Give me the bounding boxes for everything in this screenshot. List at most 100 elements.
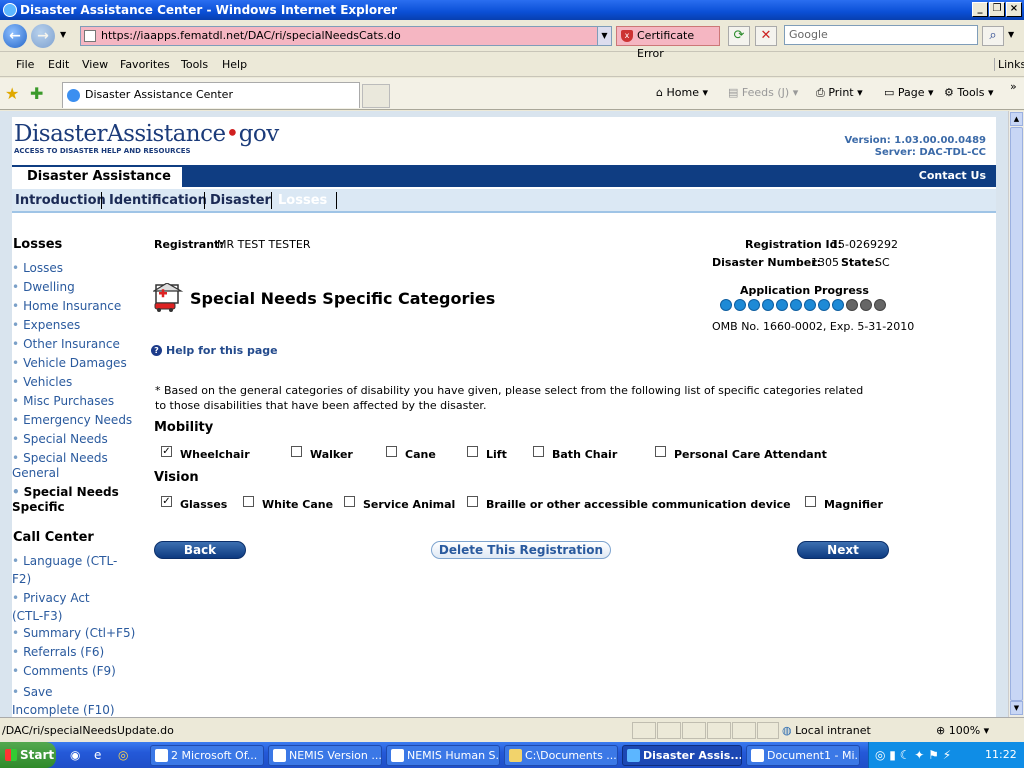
ie-page-icon bbox=[67, 89, 80, 102]
recent-pages-icon[interactable]: ▼ bbox=[60, 30, 66, 39]
sidebar-item-losses[interactable]: • Losses bbox=[12, 261, 63, 276]
add-favorite-icon[interactable]: ✚ bbox=[30, 84, 43, 103]
cane-checkbox[interactable] bbox=[386, 446, 397, 457]
progress-dot bbox=[762, 299, 774, 311]
sidebar-item-summary[interactable]: • Summary (Ctl+F5) bbox=[12, 626, 142, 641]
walker-checkbox[interactable] bbox=[291, 446, 302, 457]
sidebar-item-expenses[interactable]: • Expenses bbox=[12, 318, 80, 333]
search-icon[interactable]: ⌕ bbox=[982, 26, 1004, 46]
favorites-star-icon[interactable]: ★ bbox=[5, 84, 19, 103]
menu-tools[interactable]: Tools bbox=[181, 58, 208, 71]
search-input[interactable]: Google bbox=[784, 25, 978, 45]
nav-identification[interactable]: Identification bbox=[109, 193, 207, 208]
taskbar-item-documents[interactable]: C:\Documents ... bbox=[504, 745, 618, 766]
sidebar-item-emergency-needs[interactable]: • Emergency Needs bbox=[12, 413, 132, 428]
print-button[interactable]: ⎙ Print ▾ bbox=[816, 86, 863, 100]
white-cane-checkbox[interactable] bbox=[243, 496, 254, 507]
feeds-button[interactable]: ▤ Feeds (J) ▾ bbox=[728, 86, 798, 99]
home-button[interactable]: ⌂ Home ▾ bbox=[656, 86, 708, 99]
progress-dot bbox=[804, 299, 816, 311]
menu-favorites[interactable]: Favorites bbox=[120, 58, 170, 71]
next-button[interactable]: Next bbox=[797, 541, 889, 559]
menu-view[interactable]: View bbox=[82, 58, 108, 71]
taskbar-item-disaster-assistance[interactable]: Disaster Assis... bbox=[622, 745, 742, 766]
magnifier-checkbox[interactable] bbox=[805, 496, 816, 507]
sidebar-item-vehicle-damages[interactable]: • Vehicle Damages bbox=[12, 356, 127, 371]
clock[interactable]: 11:22 bbox=[985, 742, 1017, 768]
taskbar-item-office[interactable]: 2 Microsoft Of... bbox=[150, 745, 264, 766]
stop-icon[interactable]: ✕ bbox=[755, 26, 777, 46]
scroll-thumb[interactable] bbox=[1010, 127, 1023, 701]
sidebar-item-special-needs-general[interactable]: • Special Needs General bbox=[12, 451, 122, 481]
search-options-icon[interactable]: ▼ bbox=[1008, 30, 1014, 39]
certificate-error-button[interactable]: x Certificate Error bbox=[616, 26, 720, 60]
refresh-icon[interactable]: ⟳ bbox=[728, 26, 750, 46]
sidebar-item-language[interactable]: • Language (CTL-F2) bbox=[12, 552, 122, 588]
start-button[interactable]: Start bbox=[0, 742, 56, 768]
contact-us-link[interactable]: Contact Us bbox=[919, 169, 986, 182]
chevron-more-icon[interactable]: » bbox=[1010, 80, 1017, 93]
menu-edit[interactable]: Edit bbox=[48, 58, 69, 71]
quicklaunch-icon[interactable]: ◉ bbox=[70, 748, 80, 762]
sidebar-item-special-needs[interactable]: • Special Needs bbox=[12, 432, 108, 447]
registrant-label: Registrant: bbox=[154, 238, 224, 251]
back-nav-icon[interactable]: ← bbox=[3, 24, 27, 48]
braille-checkbox[interactable] bbox=[467, 496, 478, 507]
taskbar-item-nemis-human[interactable]: NEMIS Human S... bbox=[386, 745, 500, 766]
delete-registration-button[interactable]: Delete This Registration bbox=[431, 541, 611, 559]
links-toolbar[interactable]: Links bbox=[994, 58, 1024, 71]
menu-help[interactable]: Help bbox=[222, 58, 247, 71]
vertical-scrollbar[interactable]: ▲ ▼ bbox=[1008, 111, 1024, 717]
page-label: Page bbox=[897, 86, 925, 99]
sidebar-item-other-insurance[interactable]: • Other Insurance bbox=[12, 337, 120, 352]
glasses-checkbox[interactable]: ✓ bbox=[161, 496, 172, 507]
sidebar-item-vehicles[interactable]: • Vehicles bbox=[12, 375, 72, 390]
taskbar-label: C:\Documents ... bbox=[525, 749, 617, 762]
url-field[interactable]: https://iaapps.fematdl.net/DAC/ri/specia… bbox=[80, 26, 612, 46]
scroll-up-icon[interactable]: ▲ bbox=[1010, 112, 1023, 126]
service-animal-checkbox[interactable] bbox=[344, 496, 355, 507]
sidebar-item-misc-purchases[interactable]: • Misc Purchases bbox=[12, 394, 114, 409]
system-tray: ◎ ▮ ☾ ✦ ⚑ ⚡ 11:22 bbox=[868, 742, 1024, 768]
window-titlebar: Disaster Assistance Center - Windows Int… bbox=[0, 0, 1024, 20]
nav-disaster[interactable]: Disaster bbox=[210, 193, 271, 208]
nav-separator bbox=[336, 192, 337, 209]
taskbar-item-document1[interactable]: Document1 - Mi... bbox=[746, 745, 860, 766]
site-logo[interactable]: DisasterAssistance•gov ACCESS TO DISASTE… bbox=[14, 121, 279, 165]
bath-chair-checkbox[interactable] bbox=[533, 446, 544, 457]
wheelchair-checkbox[interactable]: ✓ bbox=[161, 446, 172, 457]
help-link[interactable]: ? Help for this page bbox=[151, 344, 278, 357]
disaster-number-label: Disaster Number: bbox=[712, 256, 822, 269]
minimize-button[interactable]: _ bbox=[972, 2, 988, 17]
sidebar-item-dwelling[interactable]: • Dwelling bbox=[12, 280, 75, 295]
zoom-level[interactable]: ⊕ 100% ▾ bbox=[936, 724, 989, 737]
quicklaunch-icon[interactable]: ◎ bbox=[118, 748, 128, 762]
tab-disaster-assistance[interactable]: Disaster Assistance Center bbox=[62, 82, 360, 108]
tools-menu-button[interactable]: ⚙ Tools ▾ bbox=[944, 86, 994, 99]
nav-introduction[interactable]: Introduction bbox=[15, 193, 106, 208]
scroll-down-icon[interactable]: ▼ bbox=[1010, 701, 1023, 715]
new-tab-button[interactable] bbox=[362, 84, 390, 108]
back-button[interactable]: Back bbox=[154, 541, 246, 559]
forward-nav-icon[interactable]: → bbox=[31, 24, 55, 48]
sidebar-item-comments[interactable]: • Comments (F9) bbox=[12, 664, 116, 679]
close-button[interactable]: × bbox=[1006, 2, 1022, 17]
tray-icons[interactable]: ◎ ▮ ☾ ✦ ⚑ ⚡ bbox=[875, 742, 951, 768]
web-page: DisasterAssistance•gov ACCESS TO DISASTE… bbox=[12, 117, 996, 717]
sidebar-item-home-insurance[interactable]: • Home Insurance bbox=[12, 299, 121, 314]
maximize-button[interactable]: ❐ bbox=[989, 2, 1005, 17]
url-dropdown-icon[interactable]: ▼ bbox=[597, 27, 611, 45]
personal-care-attendant-checkbox[interactable] bbox=[655, 446, 666, 457]
progress-dot bbox=[734, 299, 746, 311]
sidebar-item-privacy-act[interactable]: • Privacy Act (CTL-F3) bbox=[12, 589, 122, 625]
sidebar-item-save-incomplete[interactable]: • Save Incomplete (F10) bbox=[12, 683, 122, 717]
progress-dot bbox=[832, 299, 844, 311]
application-progress bbox=[720, 299, 886, 313]
ie-quicklaunch-icon[interactable]: e bbox=[94, 748, 101, 762]
sidebar-item-referrals[interactable]: • Referrals (F6) bbox=[12, 645, 104, 660]
taskbar-item-nemis-version[interactable]: NEMIS Version ... bbox=[268, 745, 382, 766]
lift-checkbox[interactable] bbox=[467, 446, 478, 457]
page-menu-button[interactable]: ▭ Page ▾ bbox=[884, 86, 934, 99]
security-zone[interactable]: ◍ Local intranet bbox=[782, 724, 871, 737]
menu-file[interactable]: File bbox=[16, 58, 34, 71]
